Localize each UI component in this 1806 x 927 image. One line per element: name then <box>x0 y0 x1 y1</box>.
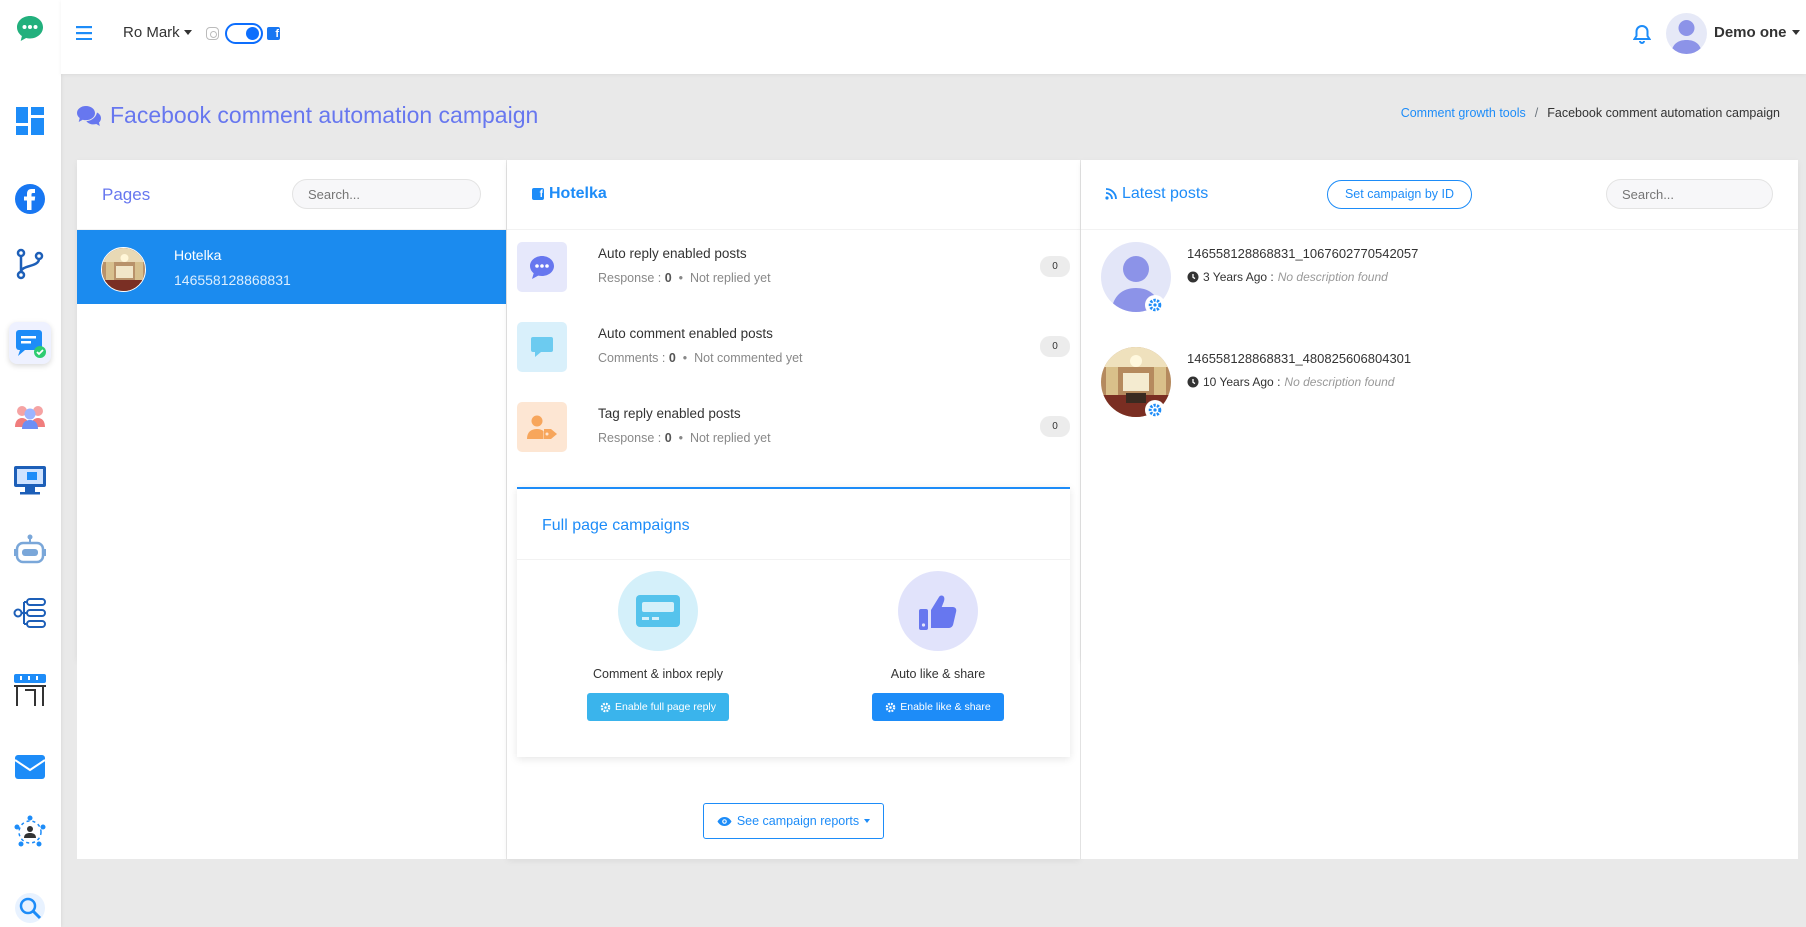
page-avatar <box>101 247 146 292</box>
post-settings-gear-icon[interactable] <box>1145 400 1165 420</box>
breadcrumb-separator: / <box>1534 106 1539 120</box>
selected-page-name: Hotelka <box>549 185 607 202</box>
latest-posts-blank <box>1081 660 1798 859</box>
network-user-icon[interactable] <box>9 811 51 853</box>
page-title-text: Facebook comment automation campaign <box>110 102 539 128</box>
option-label: Auto like & share <box>890 667 986 681</box>
page-detail-panel: f Hotelka Auto reply enabled posts Respo… <box>507 160 1080 859</box>
facebook-icon[interactable] <box>9 178 51 220</box>
email-icon[interactable] <box>9 746 51 788</box>
tag-reply-stat[interactable]: Tag reply enabled posts Response : 0 • N… <box>517 402 1070 462</box>
chevron-down-icon <box>1791 30 1800 35</box>
latest-posts-panel: Latest posts Set campaign by ID 14655812… <box>1081 160 1798 660</box>
enable-full-page-reply-button[interactable]: Enable full page reply <box>587 693 729 721</box>
clock-icon <box>1187 376 1199 388</box>
user-tag-icon <box>517 402 567 452</box>
comment-icon <box>517 322 567 372</box>
app-logo-icon[interactable] <box>14 13 46 45</box>
forms-icon[interactable] <box>9 669 51 711</box>
stat-title: Tag reply enabled posts <box>598 406 741 421</box>
card-icon <box>618 571 698 651</box>
clock-icon <box>1187 271 1199 283</box>
sequence-icon[interactable] <box>9 592 51 634</box>
stat-title: Auto reply enabled posts <box>598 246 747 261</box>
facebook-square-icon: f <box>532 188 544 200</box>
page-name: Hotelka <box>174 247 222 263</box>
post-id: 146558128868831_1067602770542057 <box>1187 246 1419 261</box>
like-share-option: Auto like & share Enable like & share <box>838 571 1038 721</box>
sidebar <box>0 0 61 927</box>
facebook-small-icon[interactable]: f <box>267 27 280 40</box>
option-label: Comment & inbox reply <box>593 667 723 681</box>
pages-panel: Pages Hotelka 146558128868831 <box>77 160 506 660</box>
post-item[interactable]: 146558128868831_1067602770542057 3 Years… <box>1101 242 1781 317</box>
set-campaign-by-id-button[interactable]: Set campaign by ID <box>1327 180 1472 209</box>
post-id: 146558128868831_480825606804301 <box>1187 351 1412 366</box>
page-title: Facebook comment automation campaign <box>76 102 538 129</box>
breadcrumb-link[interactable]: Comment growth tools <box>1401 106 1526 120</box>
pages-search-input[interactable] <box>292 179 481 209</box>
stat-title: Auto comment enabled posts <box>598 326 773 341</box>
comment-inbox-option: Comment & inbox reply Enable full page r… <box>558 571 758 721</box>
chevron-down-icon <box>864 819 871 823</box>
full-page-campaigns: Full page campaigns Comment & inbox repl… <box>517 487 1070 757</box>
search-analytics-icon[interactable] <box>9 887 51 927</box>
auto-reply-stat[interactable]: Auto reply enabled posts Response : 0 • … <box>517 242 1070 302</box>
user-name: Demo one <box>1714 24 1787 41</box>
instagram-icon[interactable] <box>206 27 219 40</box>
comments-icon <box>77 105 101 126</box>
user-menu[interactable]: Demo one <box>1714 24 1800 41</box>
page-list-item[interactable]: Hotelka 146558128868831 <box>77 230 506 304</box>
post-item[interactable]: 146558128868831_480825606804301 10 Years… <box>1101 347 1781 422</box>
stat-subtitle: Response : 0 • Not replied yet <box>598 271 771 285</box>
stat-count-badge: 0 <box>1040 416 1070 437</box>
thumbs-up-icon <box>898 571 978 651</box>
gear-icon <box>600 702 611 712</box>
bot-icon[interactable] <box>9 528 51 570</box>
monitor-icon[interactable] <box>9 459 51 501</box>
rss-icon <box>1105 188 1117 200</box>
auto-comment-stat[interactable]: Auto comment enabled posts Comments : 0 … <box>517 322 1070 382</box>
full-page-campaigns-title: Full page campaigns <box>542 517 690 534</box>
latest-posts-search-input[interactable] <box>1606 179 1773 209</box>
enable-like-share-button[interactable]: Enable like & share <box>872 693 1004 721</box>
stat-count-badge: 0 <box>1040 336 1070 357</box>
user-avatar[interactable] <box>1666 13 1707 54</box>
chevron-down-icon <box>183 30 192 35</box>
comment-automation-icon[interactable] <box>9 322 51 364</box>
gear-icon <box>885 702 896 712</box>
account-switcher[interactable]: Ro Mark <box>123 24 192 41</box>
latest-posts-title: Latest posts <box>1105 185 1208 203</box>
post-settings-gear-icon[interactable] <box>1145 295 1165 315</box>
post-meta: 3 Years Ago : No description found <box>1187 270 1388 284</box>
chat-bubble-icon <box>517 242 567 292</box>
menu-toggle-icon[interactable] <box>76 26 92 41</box>
pages-panel-blank <box>77 660 506 859</box>
page-id: 146558128868831 <box>174 272 291 288</box>
account-name: Ro Mark <box>123 24 180 41</box>
branch-icon[interactable] <box>9 243 51 285</box>
see-campaign-reports-button[interactable]: See campaign reports <box>703 803 884 839</box>
eye-icon <box>717 816 732 826</box>
top-navbar: Ro Mark f Demo one <box>61 0 1806 74</box>
stat-subtitle: Comments : 0 • Not commented yet <box>598 351 803 365</box>
pages-panel-title: Pages <box>102 185 151 204</box>
notification-bell-icon[interactable] <box>1632 24 1652 49</box>
stat-subtitle: Response : 0 • Not replied yet <box>598 431 771 445</box>
stat-count-badge: 0 <box>1040 256 1070 277</box>
breadcrumb: Comment growth tools / Facebook comment … <box>1401 106 1780 120</box>
post-meta: 10 Years Ago : No description found <box>1187 375 1394 389</box>
selected-page-title: f Hotelka <box>532 185 607 203</box>
subscribers-icon[interactable] <box>9 395 51 437</box>
dashboard-icon[interactable] <box>9 100 51 142</box>
platform-toggle[interactable] <box>225 23 263 44</box>
breadcrumb-current: Facebook comment automation campaign <box>1547 106 1780 120</box>
